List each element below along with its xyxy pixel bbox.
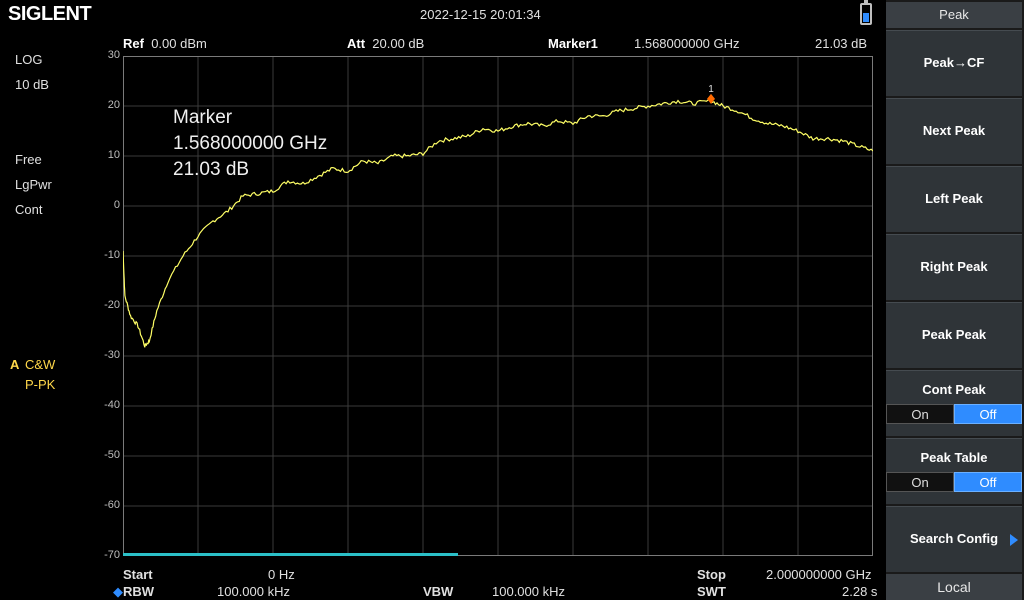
trace-mode: C&W [25,357,56,372]
vbw-label: VBW [423,584,454,599]
peak-table-off[interactable]: Off [954,472,1022,492]
y-tick-label: 10 [107,149,120,161]
cont-peak-label: Cont Peak [922,382,986,397]
cont-peak-button[interactable]: Cont Peak [886,370,1022,436]
stop-label: Stop [697,567,726,582]
scale-type: LOG [15,52,43,67]
marker-1-label: 1 [708,84,714,95]
y-tick-label: 20 [107,99,120,111]
brand-logo: SIGLENT [8,3,92,25]
sweep-bar [123,553,458,556]
y-tick-label: -70 [104,549,120,561]
local-button[interactable]: Local [886,574,1022,600]
swt-label: SWT [697,584,726,599]
detector-mode: LgPwr [15,177,52,192]
peak-table-toggle[interactable]: On Off [886,472,1022,492]
left-peak-button[interactable]: Left Peak [886,166,1022,232]
att-label: Att [347,36,366,51]
y-tick-label: -30 [104,349,120,361]
y-tick-label: -60 [104,499,120,511]
trace-id: A [10,357,20,372]
ref-value: 0.00 dBm [151,36,207,51]
y-tick-label: -50 [104,449,120,461]
marker-readout-amp: 21.03 dB [173,159,250,180]
search-config-label: Search Config [909,531,999,546]
att-value: 20.00 dB [372,36,425,51]
peak-table-on[interactable]: On [886,472,954,492]
marker-readout-freq: 1.568000000 GHz [173,133,328,154]
peak-table-label: Peak Table [920,450,988,465]
ref-label: Ref [123,36,144,51]
menu-title: Peak [886,2,1022,28]
trigger-mode: Free [15,152,42,167]
y-tick-label: -20 [104,299,120,311]
start-label: Start [123,567,153,582]
y-tick-label: -40 [104,399,120,411]
vbw-value[interactable]: 100.000 kHz [492,584,565,599]
rbw-value[interactable]: 100.000 kHz [217,584,290,599]
marker-header-label: Marker1 [548,36,598,51]
attenuation[interactable]: Att 20.00 dB [347,36,424,51]
search-config-button[interactable]: Search Config [886,506,1022,572]
stop-value[interactable]: 2.000000000 GHz [766,567,872,582]
start-value[interactable]: 0 Hz [268,567,295,582]
ref-level[interactable]: Ref 0.00 dBm [123,36,207,51]
sweep-mode: Cont [15,202,43,217]
y-tick-label: -10 [104,249,120,261]
trace-detector: P-PK [25,377,56,392]
swt-value[interactable]: 2.28 s [842,584,877,599]
cont-peak-on[interactable]: On [886,404,954,424]
marker-header-freq: 1.568000000 GHz [634,36,740,51]
rbw-label: ◆RBW [113,584,155,599]
peak-to-cf-button[interactable]: Peak→CF [886,30,1022,96]
peak-peak-button[interactable]: Peak Peak [886,302,1022,368]
y-tick-label: 0 [113,199,120,211]
marker-readout: Marker 1.568000000 GHz 21.03 dB [173,105,327,183]
datetime: 2022-12-15 20:01:34 [420,7,541,22]
right-peak-button[interactable]: Right Peak [886,234,1022,300]
scale-div: 10 dB [15,77,49,92]
marker-header-amp: 21.03 dB [815,36,868,51]
submenu-arrow-icon [1010,533,1018,546]
cont-peak-off[interactable]: Off [954,404,1022,424]
marker-1: 1 [707,84,715,104]
marker-readout-title: Marker [173,107,233,128]
sweep-progress-bar [123,553,458,556]
next-peak-button[interactable]: Next Peak [886,98,1022,164]
cont-peak-toggle[interactable]: On Off [886,404,1022,424]
y-tick-label: 30 [107,49,120,61]
peak-table-button[interactable]: Peak Table [886,438,1022,504]
battery-icon [860,0,872,25]
